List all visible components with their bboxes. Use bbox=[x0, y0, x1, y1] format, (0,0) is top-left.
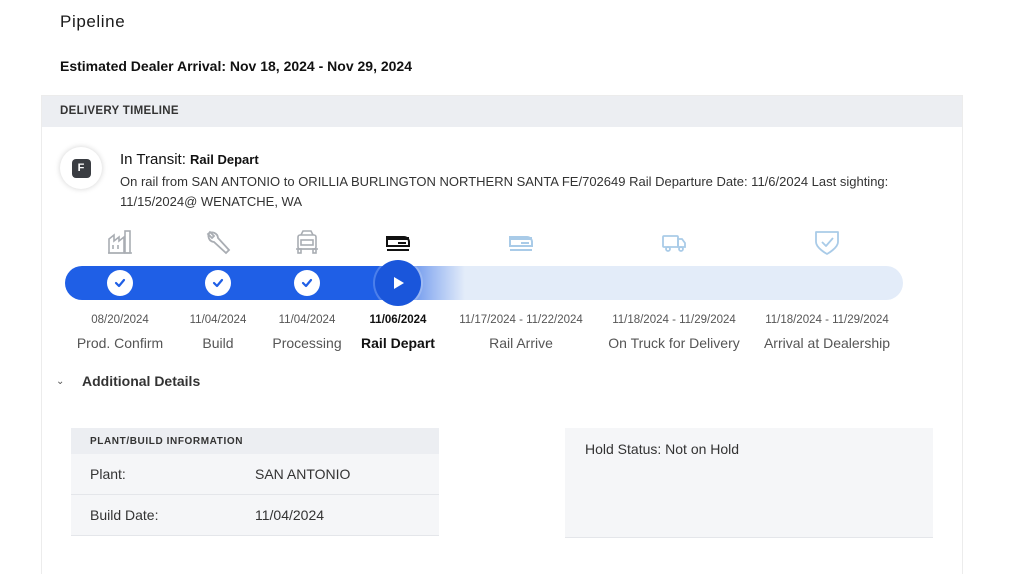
build-date-label: Build Date: bbox=[90, 507, 159, 523]
badge-letter: F bbox=[71, 158, 91, 178]
milestone-name: On Truck for Delivery bbox=[608, 335, 740, 351]
train-icon bbox=[384, 228, 412, 256]
page-title: Pipeline bbox=[60, 12, 126, 31]
chevron-down-icon: ⌄ bbox=[56, 375, 65, 387]
factory-icon bbox=[106, 228, 134, 256]
train-icon bbox=[507, 228, 535, 256]
delivery-timeline-card: DELIVERY TIMELINE F In Transit: Rail Dep… bbox=[41, 95, 963, 574]
step-complete-check bbox=[294, 270, 320, 296]
vehicle-front-icon bbox=[293, 228, 321, 256]
table-row: Build Date: 11/04/2024 bbox=[71, 495, 439, 536]
status-stage: Rail Depart bbox=[190, 152, 259, 167]
additional-details-label: Additional Details bbox=[82, 373, 201, 389]
wrench-icon bbox=[204, 228, 232, 256]
milestone-date: 11/18/2024 - 11/29/2024 bbox=[765, 314, 889, 326]
milestone-date: 11/17/2024 - 11/22/2024 bbox=[459, 314, 583, 326]
plant-build-panel: PLANT/BUILD INFORMATION Plant: SAN ANTON… bbox=[71, 428, 439, 536]
play-icon bbox=[394, 277, 404, 289]
additional-details-toggle[interactable]: ⌄ Additional Details bbox=[56, 373, 200, 389]
milestone-name: Arrival at Dealership bbox=[763, 335, 891, 351]
delivery-timeline-header: DELIVERY TIMELINE bbox=[42, 96, 962, 127]
build-date-value: 11/04/2024 bbox=[255, 507, 325, 523]
step-complete-check bbox=[107, 270, 133, 296]
plant-value: SAN ANTONIO bbox=[255, 466, 351, 482]
status-label: In Transit: bbox=[120, 151, 186, 168]
hold-status-text: Hold Status: Not on Hold bbox=[585, 441, 740, 457]
status-description: On rail from SAN ANTONIO to ORILLIA BURL… bbox=[120, 174, 889, 209]
plant-build-header: PLANT/BUILD INFORMATION bbox=[71, 428, 439, 454]
check-icon bbox=[114, 278, 126, 288]
estimated-arrival: Estimated Dealer Arrival: Nov 18, 2024 -… bbox=[60, 58, 412, 74]
step-complete-check bbox=[205, 270, 231, 296]
check-icon bbox=[301, 278, 313, 288]
table-row: Plant: SAN ANTONIO bbox=[71, 454, 439, 495]
check-icon bbox=[212, 278, 224, 288]
status-badge: F bbox=[60, 147, 102, 189]
shield-check-icon bbox=[813, 228, 841, 256]
plant-label: Plant: bbox=[90, 466, 126, 482]
milestone-name: Rail Arrive bbox=[489, 335, 553, 351]
milestone-date: 11/18/2024 - 11/29/2024 bbox=[612, 314, 736, 326]
current-step-marker bbox=[375, 260, 421, 306]
truck-icon bbox=[660, 228, 688, 256]
hold-status-panel: Hold Status: Not on Hold bbox=[565, 428, 933, 538]
status-line: In Transit: Rail Depart bbox=[120, 151, 259, 168]
